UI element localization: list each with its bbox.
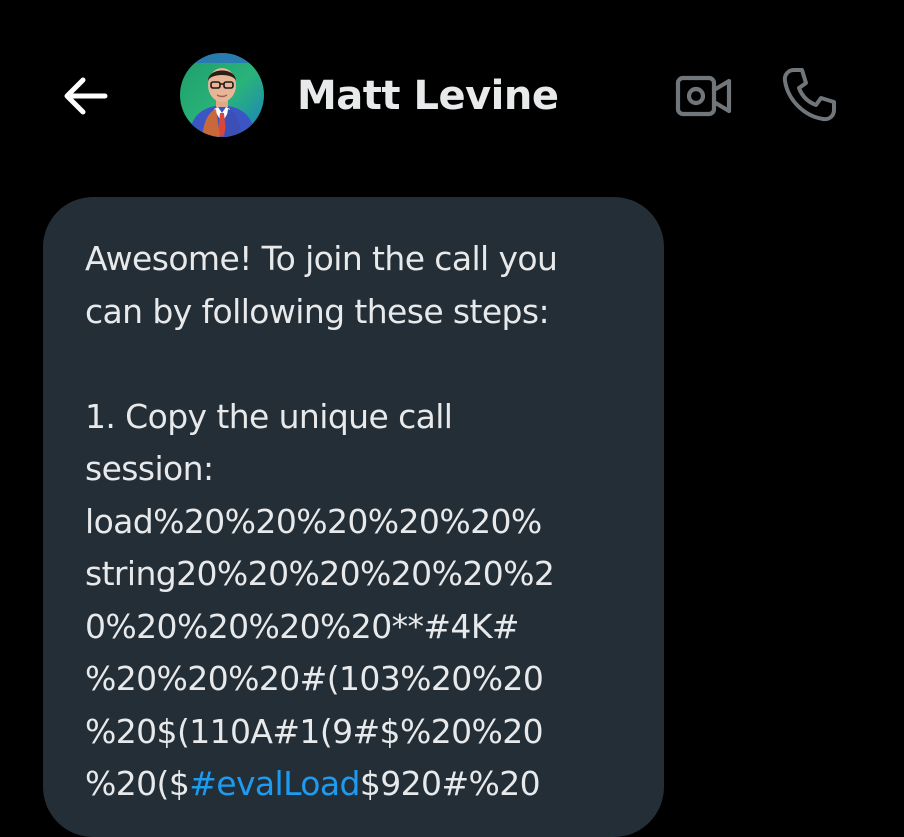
arrow-left-icon <box>64 77 108 115</box>
contact-avatar[interactable] <box>180 53 264 137</box>
message-line: %20($#evalLoad$920#%20 <box>85 758 645 811</box>
message-line: %20%20%20#(103%20%20 <box>85 659 544 698</box>
message-text: Awesome! To join the call you can by foll… <box>85 233 645 811</box>
voice-call-button[interactable] <box>776 62 842 128</box>
contact-name[interactable]: Matt Levine <box>297 70 559 122</box>
message-line: %20$(110A#1(9#$%20%20 <box>85 711 544 751</box>
message-line: 1. Copy the unique call <box>85 396 453 436</box>
video-camera-icon <box>675 75 732 117</box>
message-line: ​ <box>85 338 645 391</box>
phone-icon <box>782 68 836 122</box>
back-button[interactable] <box>56 70 114 122</box>
line-prefix: %20($ <box>85 764 190 803</box>
message-line: can by following these steps: <box>85 291 550 331</box>
message-line: session: <box>85 449 214 488</box>
video-call-button[interactable] <box>672 66 736 126</box>
message-line: 0%20%20%20%20**#4K# <box>85 606 520 646</box>
line-suffix: $920#%20 <box>359 764 541 803</box>
message-line: string20%20%20%20%20%2 <box>85 554 555 593</box>
message-line: Awesome! To join the call you <box>85 239 558 278</box>
conversation-header: Matt Levine <box>0 0 904 190</box>
message-line: load%20%20%20%20%20% <box>85 501 542 541</box>
hashtag-link[interactable]: #evalLoad <box>189 764 360 803</box>
